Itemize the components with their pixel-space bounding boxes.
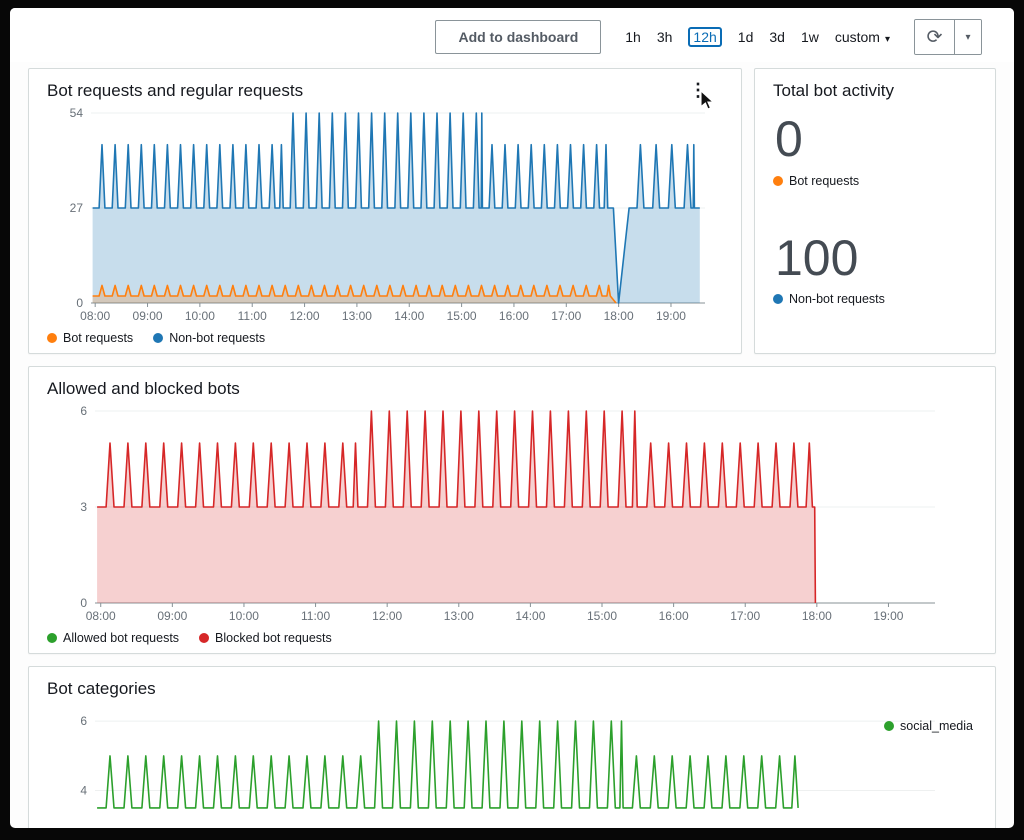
time-range-3h[interactable]: 3h xyxy=(657,29,673,45)
legend-label: Bot requests xyxy=(63,331,133,345)
metric-non-bot-requests: 100 Non-bot requests xyxy=(773,222,977,307)
panel-title: Allowed and blocked bots xyxy=(47,379,977,399)
legend-item-allowed[interactable]: Allowed bot requests xyxy=(47,631,179,645)
refresh-button[interactable]: ⟳ xyxy=(915,20,955,54)
panel-title: Bot requests and regular requests xyxy=(47,81,303,101)
y-axis-tick-label: 0 xyxy=(80,596,87,610)
x-axis-tick-label: 08:00 xyxy=(86,609,116,623)
metric-value-bot-requests: 0 xyxy=(775,113,977,166)
metric-legend: Non-bot requests xyxy=(773,292,977,306)
legend-item-non-bot-requests[interactable]: Non-bot requests xyxy=(773,292,885,306)
y-axis-tick-label: 27 xyxy=(70,201,84,215)
x-axis-tick-label: 16:00 xyxy=(659,609,689,623)
legend-dot-orange xyxy=(773,176,783,186)
x-axis-tick-label: 12:00 xyxy=(372,609,402,623)
y-axis-tick-label: 3 xyxy=(80,500,87,514)
legend-item-social-media[interactable]: social_media xyxy=(884,719,973,733)
y-axis-tick-label: 6 xyxy=(80,714,87,728)
x-axis-tick-label: 10:00 xyxy=(229,609,259,623)
metric-bot-requests: 0 Bot requests xyxy=(773,103,977,188)
x-axis-tick-label: 15:00 xyxy=(447,309,477,323)
legend-dot-blue xyxy=(153,333,163,343)
chart-bot-requests[interactable]: 0 27 54 08:00 09:00 10:00 11:00 12:00 13:00 14:00… xyxy=(47,107,723,329)
time-range-1w[interactable]: 1w xyxy=(801,29,819,45)
y-axis-tick-label: 6 xyxy=(80,404,87,418)
legend-dot-red xyxy=(199,633,209,643)
legend-item-non-bot-requests[interactable]: Non-bot requests xyxy=(153,331,265,345)
chart-allowed-blocked[interactable]: 0 3 6 08:00 09:00 10:00 11:00 12:00 13:00 14:00 15… xyxy=(47,403,979,629)
x-axis-tick-label: 19:00 xyxy=(656,309,686,323)
x-axis-tick-label: 09:00 xyxy=(133,309,163,323)
metric-legend: Bot requests xyxy=(773,174,977,188)
refresh-icon: ⟳ xyxy=(927,26,943,48)
panel-allowed-blocked: Allowed and blocked bots 0 3 6 08:00 09:00 10… xyxy=(28,366,996,654)
y-axis-tick-label: 4 xyxy=(80,784,87,798)
legend-dot-blue xyxy=(773,294,783,304)
toolbar-controls: Add to dashboard 1h 3h 12h 1d 3d 1w cust… xyxy=(435,19,982,55)
legend-dot-orange xyxy=(47,333,57,343)
legend-item-bot-requests[interactable]: Bot requests xyxy=(773,174,859,188)
x-axis-tick-label: 11:00 xyxy=(238,309,267,323)
time-range-custom-label: custom xyxy=(835,29,880,45)
x-axis-tick-label: 13:00 xyxy=(444,609,474,623)
panel-bot-categories: Bot categories social_media 46 xyxy=(28,666,996,828)
legend-dot-green xyxy=(47,633,57,643)
toolbar: Add to dashboard 1h 3h 12h 1d 3d 1w cust… xyxy=(10,8,1014,62)
x-axis-tick-label: 12:00 xyxy=(290,309,320,323)
x-axis-tick-label: 08:00 xyxy=(80,309,110,323)
refresh-options-button[interactable]: ▾ xyxy=(955,20,981,54)
series-line xyxy=(97,721,798,808)
row-middle: Allowed and blocked bots 0 3 6 08:00 09:00 10… xyxy=(28,366,996,654)
time-range-12h-selected[interactable]: 12h xyxy=(688,27,721,47)
legend-label: Blocked bot requests xyxy=(215,631,332,645)
time-range-1d[interactable]: 1d xyxy=(738,29,754,45)
panel-header: Bot requests and regular requests ⋮ xyxy=(47,81,723,103)
chart-legend: social_media xyxy=(884,719,973,733)
metric-value-non-bot-requests: 100 xyxy=(775,232,977,285)
caret-down-icon: ▾ xyxy=(965,32,970,43)
chart-bot-categories[interactable]: 46 xyxy=(47,703,979,828)
row-bottom: Bot categories social_media 46 xyxy=(28,666,996,828)
legend-dot-green xyxy=(884,721,894,731)
caret-down-icon: ▾ xyxy=(885,34,890,45)
dashboard-screen: Add to dashboard 1h 3h 12h 1d 3d 1w cust… xyxy=(10,8,1014,828)
legend-label: Non-bot requests xyxy=(169,331,265,345)
panel-title: Bot categories xyxy=(47,679,977,699)
time-range-custom[interactable]: custom ▾ xyxy=(835,29,890,45)
legend-item-blocked[interactable]: Blocked bot requests xyxy=(199,631,332,645)
legend-label: social_media xyxy=(900,719,973,733)
mouse-cursor-icon xyxy=(700,90,715,111)
panel-bot-requests: Bot requests and regular requests ⋮ 0 27 5… xyxy=(28,68,742,354)
x-axis-tick-label: 14:00 xyxy=(394,309,424,323)
x-axis-tick-label: 16:00 xyxy=(499,309,529,323)
x-axis-tick-label: 10:00 xyxy=(185,309,215,323)
legend-label: Non-bot requests xyxy=(789,292,885,306)
legend-item-bot-requests[interactable]: Bot requests xyxy=(47,331,133,345)
x-axis-tick-label: 17:00 xyxy=(730,609,760,623)
time-range-selector: 1h 3h 12h 1d 3d 1w custom ▾ xyxy=(625,27,890,47)
chart-legend: Bot requests Non-bot requests xyxy=(47,331,723,345)
x-axis-tick-label: 15:00 xyxy=(587,609,617,623)
x-axis-tick-label: 09:00 xyxy=(157,609,187,623)
x-axis-tick-label: 19:00 xyxy=(873,609,903,623)
x-axis-tick-label: 18:00 xyxy=(604,309,634,323)
x-axis-tick-label: 14:00 xyxy=(515,609,545,623)
chart-legend: Allowed bot requests Blocked bot request… xyxy=(47,631,977,645)
time-range-1h[interactable]: 1h xyxy=(625,29,641,45)
time-range-3d[interactable]: 3d xyxy=(769,29,785,45)
add-to-dashboard-button[interactable]: Add to dashboard xyxy=(435,20,601,54)
legend-label: Bot requests xyxy=(789,174,859,188)
y-axis-tick-label: 0 xyxy=(76,296,83,310)
x-axis-tick-label: 11:00 xyxy=(301,609,330,623)
x-axis-tick-label: 13:00 xyxy=(342,309,372,323)
x-axis-tick-label: 18:00 xyxy=(802,609,832,623)
y-axis-tick-label: 54 xyxy=(70,107,84,120)
row-top: Bot requests and regular requests ⋮ 0 27 5… xyxy=(28,68,996,354)
legend-label: Allowed bot requests xyxy=(63,631,179,645)
panel-total-bot-activity: Total bot activity 0 Bot requests 100 No… xyxy=(754,68,996,354)
panel-title: Total bot activity xyxy=(773,81,977,101)
x-axis-tick-label: 17:00 xyxy=(551,309,581,323)
refresh-split-button: ⟳ ▾ xyxy=(914,19,982,55)
